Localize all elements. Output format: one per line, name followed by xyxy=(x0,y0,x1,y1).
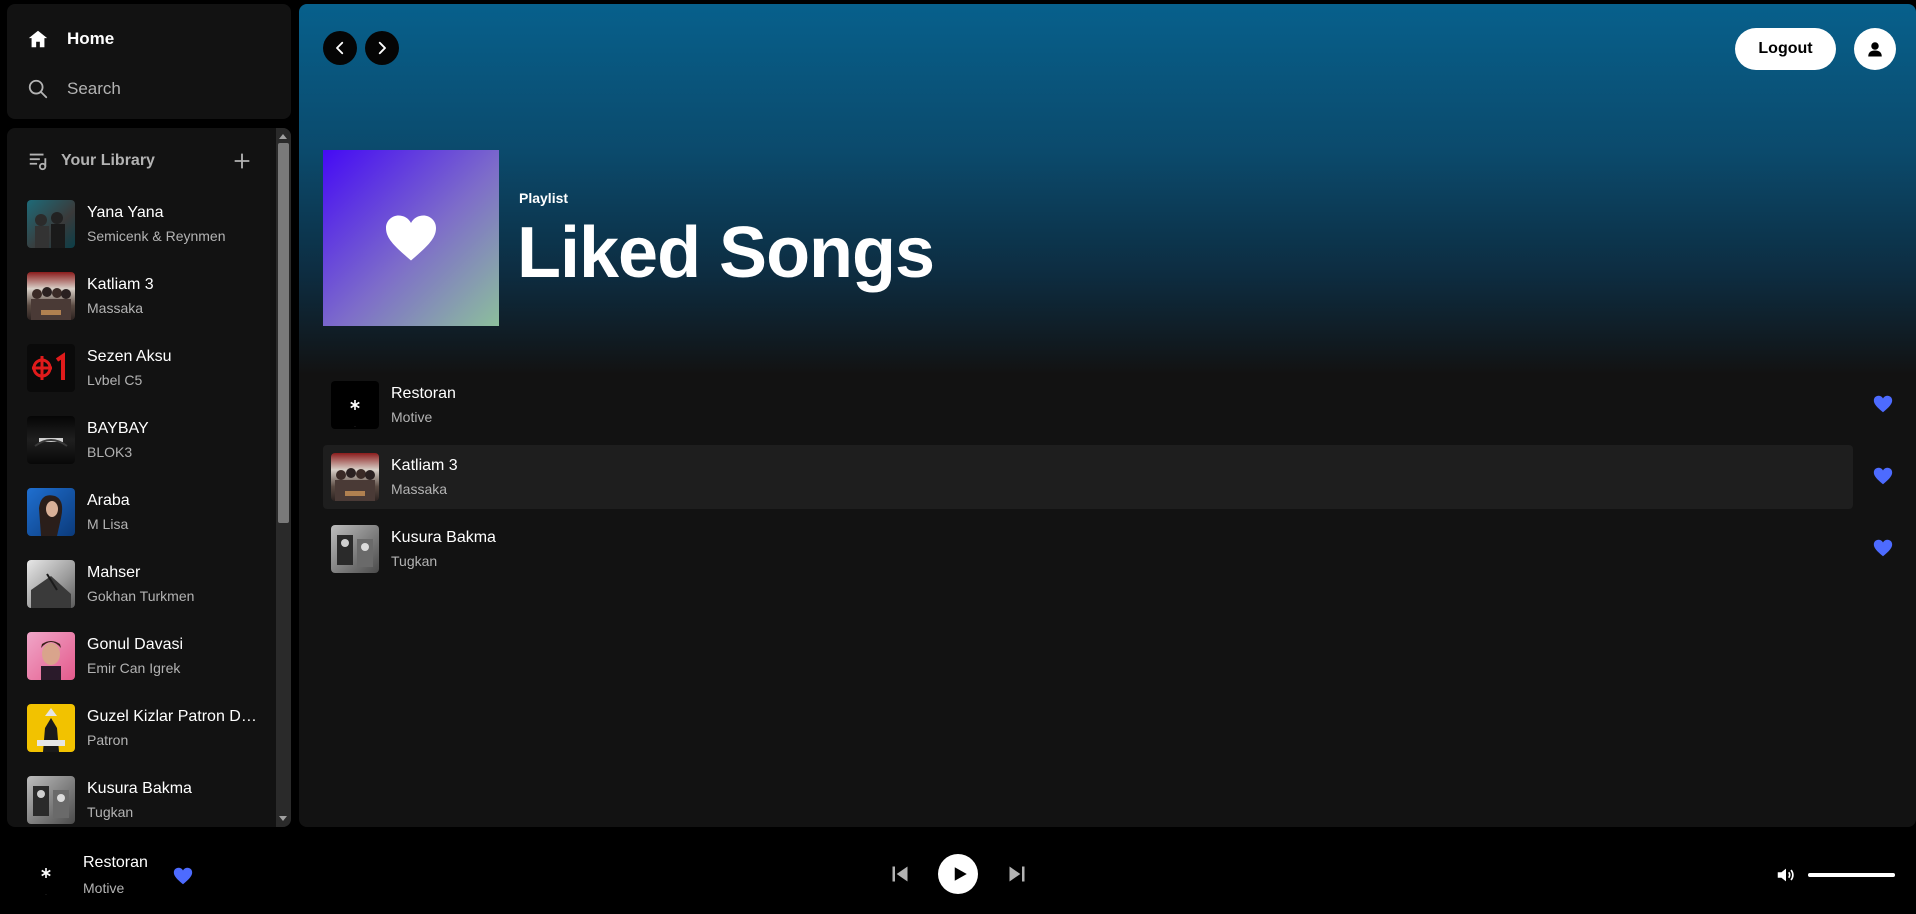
chevron-right-icon xyxy=(378,41,386,55)
now-playing-cover: .. xyxy=(22,849,70,897)
logout-button[interactable]: Logout xyxy=(1735,28,1836,70)
library-item[interactable]: Guzel Kizlar Patron Di... Patron xyxy=(27,692,267,764)
track-title: Restoran xyxy=(391,385,456,402)
track-row[interactable]: Katliam 3 Massaka xyxy=(323,445,1893,509)
user-icon xyxy=(1868,42,1882,57)
heart-icon xyxy=(386,215,436,261)
now-playing-artist: Motive xyxy=(83,880,125,896)
album-cover xyxy=(27,272,75,320)
library-item[interactable]: Mahser Gokhan Turkmen xyxy=(27,548,267,620)
album-cover xyxy=(27,776,75,824)
library-item-title: Gonul Davasi xyxy=(87,636,184,653)
playlist-type-label: Playlist xyxy=(519,190,569,206)
scroll-down-arrow-icon[interactable] xyxy=(279,816,287,821)
volume-slider[interactable] xyxy=(1808,873,1895,877)
library-item-subtitle: Massaka xyxy=(87,300,144,316)
library-item-subtitle: Emir Can Igrek xyxy=(87,660,181,676)
album-cover xyxy=(27,200,75,248)
sidebar-nav: Home Search xyxy=(7,4,291,119)
library-item-title: Mahser xyxy=(87,564,141,581)
track-artist: Motive xyxy=(391,409,433,425)
nav-home[interactable]: Home xyxy=(27,28,114,50)
album-cover xyxy=(27,704,75,752)
library-icon xyxy=(29,153,47,171)
library-item-title: Yana Yana xyxy=(87,204,164,221)
library-item-title: Katliam 3 xyxy=(87,276,154,293)
library-toggle[interactable]: Your Library xyxy=(27,150,155,172)
library-panel: Your Library Yana Yana Semicenk & Reynme… xyxy=(7,128,291,827)
library-title: Your Library xyxy=(61,152,155,169)
nav-home-label: Home xyxy=(67,29,115,48)
album-cover xyxy=(27,488,75,536)
album-cover: .. xyxy=(331,381,379,429)
svg-text:..: .. xyxy=(354,423,356,428)
next-track-icon[interactable] xyxy=(1007,864,1027,884)
library-item[interactable]: BAYBAY BLOK3 xyxy=(27,404,267,476)
heart-icon[interactable] xyxy=(1872,393,1894,415)
library-item-subtitle: Gokhan Turkmen xyxy=(87,588,195,604)
album-cover xyxy=(331,453,379,501)
album-cover xyxy=(27,344,75,392)
volume-slider-fill xyxy=(1808,873,1895,877)
library-scrollbar[interactable] xyxy=(276,128,291,827)
library-item-subtitle: Lvbel C5 xyxy=(87,372,143,388)
track-title: Kusura Bakma xyxy=(391,529,496,546)
library-item-title: Kusura Bakma xyxy=(87,780,192,797)
album-cover xyxy=(27,560,75,608)
album-cover xyxy=(27,416,75,464)
track-row[interactable]: Kusura Bakma Tugkan xyxy=(323,517,1893,581)
track-row[interactable]: .. Restoran Motive xyxy=(323,373,1893,437)
user-menu-button[interactable] xyxy=(1854,28,1896,70)
library-item[interactable]: Gonul Davasi Emir Can Igrek xyxy=(27,620,267,692)
library-item-subtitle: Tugkan xyxy=(87,804,134,820)
home-icon xyxy=(28,30,48,48)
nav-search[interactable]: Search xyxy=(27,78,121,100)
library-item[interactable]: Sezen Aksu Lvbel C5 xyxy=(27,332,267,404)
library-item-subtitle: M Lisa xyxy=(87,516,129,532)
page-title: Liked Songs xyxy=(517,213,935,293)
library-item-subtitle: BLOK3 xyxy=(87,444,133,460)
search-icon xyxy=(28,79,48,99)
library-item[interactable]: Kusura Bakma Tugkan xyxy=(27,764,267,827)
track-artist: Tugkan xyxy=(391,553,438,569)
play-button[interactable] xyxy=(938,854,978,894)
now-playing-title: Restoran xyxy=(83,854,148,871)
library-list: Yana Yana Semicenk & Reynmen Katliam 3 M… xyxy=(27,188,267,827)
nav-search-label: Search xyxy=(67,79,121,98)
back-button[interactable] xyxy=(323,31,357,65)
svg-text:..: .. xyxy=(45,891,47,896)
heart-icon[interactable] xyxy=(1872,465,1894,487)
album-cover xyxy=(331,525,379,573)
previous-track-icon[interactable] xyxy=(890,864,910,884)
volume-icon[interactable] xyxy=(1775,864,1797,886)
library-item-title: Guzel Kizlar Patron Di... xyxy=(87,708,257,725)
library-item[interactable]: Araba M Lisa xyxy=(27,476,267,548)
track-title: Katliam 3 xyxy=(391,457,458,474)
library-item-title: Sezen Aksu xyxy=(87,348,172,365)
library-header: Your Library xyxy=(27,146,253,176)
playlist-cover xyxy=(323,150,499,326)
library-item-subtitle: Patron xyxy=(87,732,129,748)
library-item[interactable]: Yana Yana Semicenk & Reynmen xyxy=(27,188,267,260)
forward-button[interactable] xyxy=(365,31,399,65)
plus-icon[interactable] xyxy=(231,150,253,172)
track-list: .. Restoran Motive Katliam 3 Massaka Kus… xyxy=(323,373,1893,589)
library-item-subtitle: Semicenk & Reynmen xyxy=(87,228,226,244)
chevron-left-icon xyxy=(336,41,344,55)
heart-icon[interactable] xyxy=(172,865,194,887)
main-view: Logout Playlist Liked Songs .. Restoran … xyxy=(299,4,1916,827)
heart-icon[interactable] xyxy=(1872,537,1894,559)
library-item-title: BAYBAY xyxy=(87,420,149,437)
library-item-title: Araba xyxy=(87,492,130,509)
play-icon xyxy=(954,867,967,881)
scroll-thumb[interactable] xyxy=(278,143,289,523)
scroll-up-arrow-icon[interactable] xyxy=(279,134,287,139)
album-cover xyxy=(27,632,75,680)
track-artist: Massaka xyxy=(391,481,448,497)
player-bar: .. Restoran Motive xyxy=(0,827,1916,914)
library-item[interactable]: Katliam 3 Massaka xyxy=(27,260,267,332)
